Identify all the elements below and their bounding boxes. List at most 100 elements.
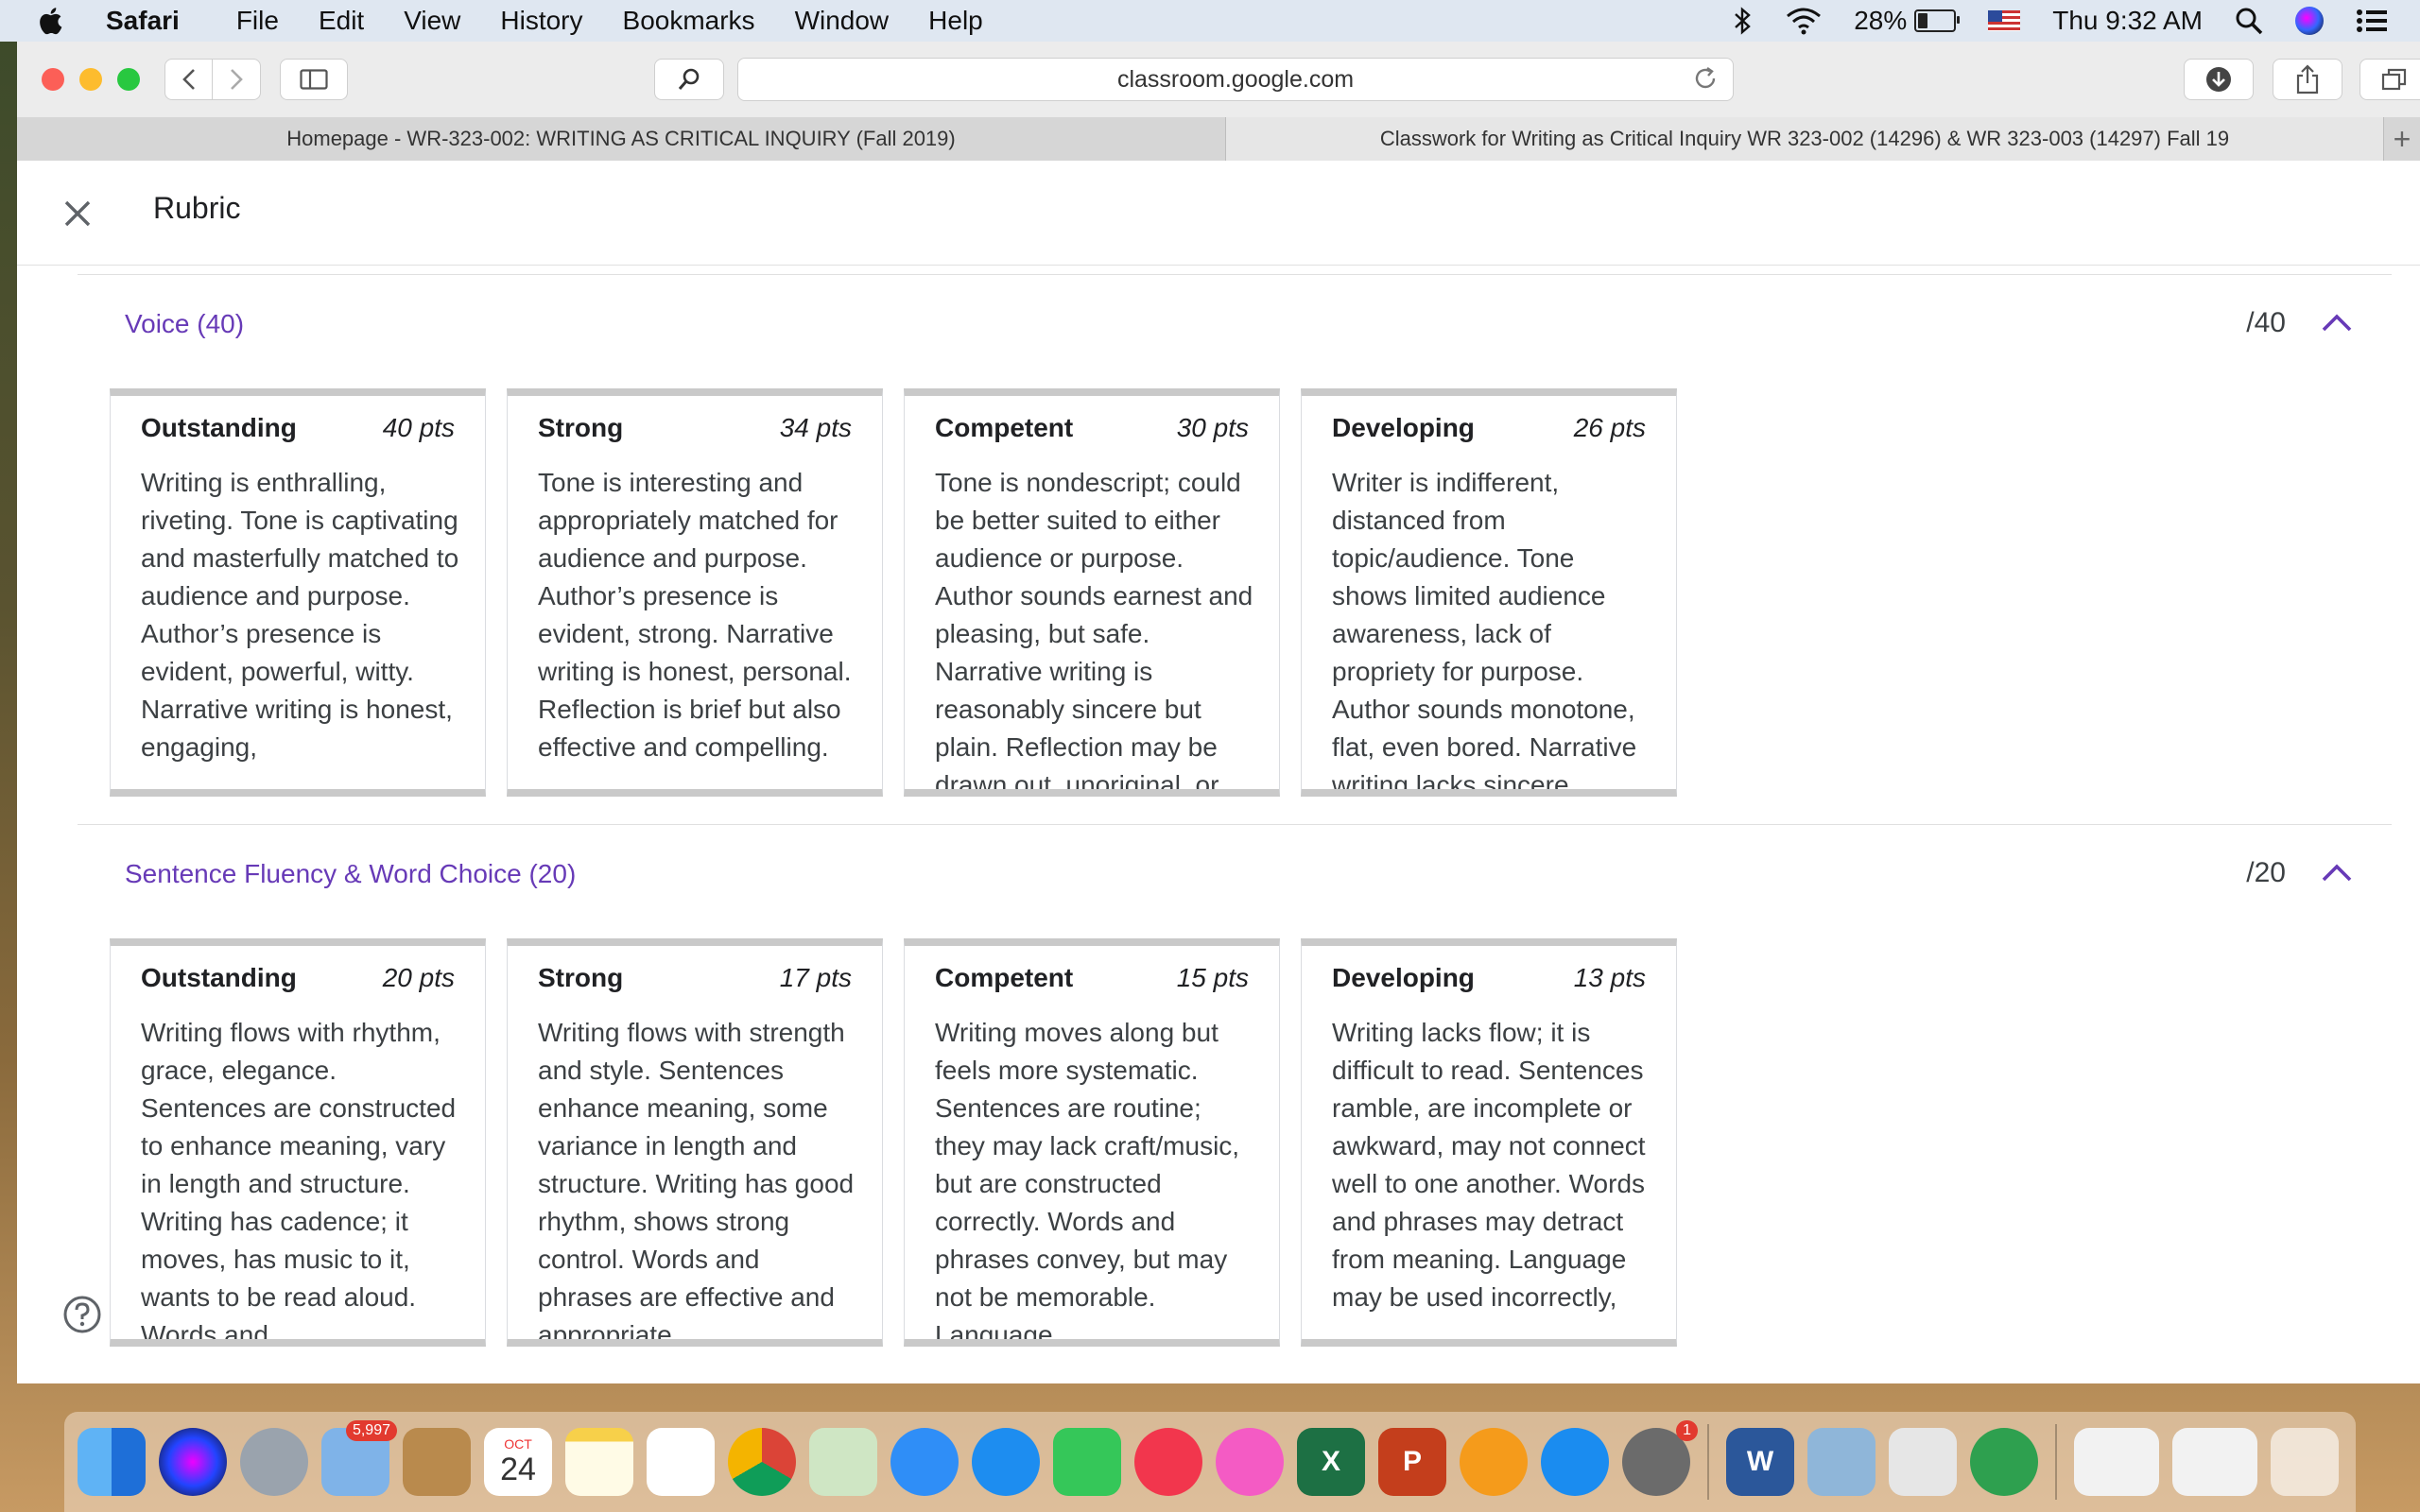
forward-button[interactable] xyxy=(212,59,261,100)
help-icon[interactable] xyxy=(62,1295,102,1334)
preview-icon[interactable] xyxy=(1807,1428,1876,1496)
facetime-icon[interactable] xyxy=(1053,1428,1121,1496)
menu-view[interactable]: View xyxy=(404,6,460,36)
rating-points: 15 pts xyxy=(1176,963,1249,992)
window-close-button[interactable] xyxy=(42,68,64,91)
menu-history[interactable]: History xyxy=(500,6,582,36)
documents-icon[interactable] xyxy=(2074,1428,2159,1496)
rating-level: Competent xyxy=(935,413,1074,442)
tab-bar: Homepage - WR-323-002: WRITING AS CRITIC… xyxy=(17,117,2420,162)
rating-description: Writer is indifferent, distanced from to… xyxy=(1332,468,1637,797)
window-minimize-button[interactable] xyxy=(79,68,102,91)
sidebar-button[interactable] xyxy=(280,59,348,100)
system-preferences-icon[interactable]: 1 xyxy=(1622,1420,1698,1496)
reminders-icon[interactable] xyxy=(647,1428,715,1496)
tab-overview-button[interactable] xyxy=(2360,59,2420,100)
app-menu[interactable]: Safari xyxy=(106,6,180,36)
contacts-icon[interactable] xyxy=(403,1428,471,1496)
rating-card-outstanding[interactable]: Outstanding 20 pts Writing flows with rhy… xyxy=(110,938,486,1347)
browser-tab-classwork[interactable]: Classwork for Writing as Critical Inquir… xyxy=(1226,117,2384,161)
rating-card-developing[interactable]: Developing 13 pts Writing lacks flow; it … xyxy=(1301,938,1677,1347)
dock: 5,997 OCT 24 X P 1 W xyxy=(64,1412,2356,1512)
rating-level: Strong xyxy=(538,413,624,442)
rating-description: Writing lacks flow; it is difficult to r… xyxy=(1332,1018,1646,1312)
spotlight-search-icon[interactable] xyxy=(2235,7,2263,35)
menu-file[interactable]: File xyxy=(236,6,279,36)
page-title: Rubric xyxy=(153,191,241,225)
rating-level: Outstanding xyxy=(141,413,297,442)
downloads-stack-icon[interactable] xyxy=(2172,1428,2257,1496)
excel-icon[interactable]: X xyxy=(1297,1428,1365,1496)
new-tab-button[interactable]: + xyxy=(2384,117,2420,161)
rating-card-strong[interactable]: Strong 17 pts Writing flows with strength… xyxy=(507,938,883,1347)
window-zoom-button[interactable] xyxy=(117,68,140,91)
powerpoint-icon[interactable]: P xyxy=(1378,1428,1446,1496)
rating-card-strong[interactable]: Strong 34 pts Tone is interesting and app… xyxy=(507,388,883,797)
siri-menubar-icon[interactable] xyxy=(2295,7,2324,35)
rating-card-developing[interactable]: Developing 26 pts Writer is indifferent, … xyxy=(1301,388,1677,797)
mail-badge: 5,997 xyxy=(345,1420,397,1441)
search-button[interactable] xyxy=(654,59,724,100)
rating-level: Strong xyxy=(538,963,624,992)
download-icon xyxy=(2206,67,2231,92)
rating-card-competent[interactable]: Competent 15 pts Writing moves along but … xyxy=(904,938,1280,1347)
battery-status[interactable]: 28% xyxy=(1854,6,1961,36)
safari-icon[interactable] xyxy=(972,1428,1040,1496)
address-bar-url: classroom.google.com xyxy=(1116,65,1355,93)
input-source-flag-icon[interactable] xyxy=(1988,10,2021,31)
safari-window: classroom.google.com Homepage - WR-323-0… xyxy=(17,42,2420,1383)
siri-icon[interactable] xyxy=(159,1428,227,1496)
address-bar[interactable]: classroom.google.com xyxy=(737,58,1734,101)
criterion-score[interactable]: /40 xyxy=(2246,307,2286,339)
criterion-sentence-fluency: Sentence Fluency & Word Choice (20) /20 … xyxy=(78,824,2392,1383)
menu-edit[interactable]: Edit xyxy=(319,6,364,36)
close-icon[interactable] xyxy=(59,195,96,232)
music-icon[interactable] xyxy=(1216,1428,1284,1496)
launchpad-icon[interactable] xyxy=(240,1428,308,1496)
plus-icon: + xyxy=(2393,121,2411,156)
menubar: Safari File Edit View History Bookmarks … xyxy=(0,0,2420,42)
rating-description: Tone is interesting and appropriately ma… xyxy=(538,468,852,762)
menu-bookmarks[interactable]: Bookmarks xyxy=(623,6,755,36)
bluetooth-icon[interactable] xyxy=(1733,7,1754,35)
calendar-day: 24 xyxy=(500,1451,536,1487)
apple-menu-icon[interactable] xyxy=(36,5,68,37)
messages-icon[interactable] xyxy=(890,1428,959,1496)
rating-points: 34 pts xyxy=(779,413,852,442)
share-button[interactable] xyxy=(2273,59,2342,100)
news-icon[interactable] xyxy=(1134,1428,1202,1496)
notes-icon[interactable] xyxy=(565,1428,633,1496)
notification-center-icon[interactable] xyxy=(2356,8,2388,34)
back-button[interactable] xyxy=(164,59,214,100)
rating-points: 26 pts xyxy=(1573,413,1646,442)
menu-window[interactable]: Window xyxy=(795,6,890,36)
search-app-icon[interactable] xyxy=(1970,1428,2038,1496)
installer-icon[interactable] xyxy=(1889,1428,1957,1496)
rating-card-outstanding[interactable]: Outstanding 40 pts Writing is enthralling… xyxy=(110,388,486,797)
menubar-clock[interactable]: Thu 9:32 AM xyxy=(2052,6,2203,36)
calendar-month: OCT xyxy=(504,1435,532,1452)
rating-level: Developing xyxy=(1332,413,1475,442)
chrome-icon[interactable] xyxy=(728,1428,796,1496)
trash-icon[interactable] xyxy=(2271,1428,2339,1496)
rating-description: Writing flows with strength and style. S… xyxy=(538,1018,855,1347)
rating-card-competent[interactable]: Competent 30 pts Tone is nondescript; cou… xyxy=(904,388,1280,797)
app-store-icon[interactable] xyxy=(1541,1428,1609,1496)
mail-icon[interactable]: 5,997 xyxy=(321,1420,397,1496)
word-icon[interactable]: W xyxy=(1726,1428,1794,1496)
wifi-icon[interactable] xyxy=(1786,7,1822,35)
browser-tab-homepage[interactable]: Homepage - WR-323-002: WRITING AS CRITIC… xyxy=(17,117,1226,161)
calendar-icon[interactable]: OCT 24 xyxy=(484,1428,552,1496)
finder-icon[interactable] xyxy=(78,1428,146,1496)
downloads-button[interactable] xyxy=(2184,59,2254,100)
reload-icon[interactable] xyxy=(1691,64,1720,93)
menu-help[interactable]: Help xyxy=(928,6,983,36)
maps-icon[interactable] xyxy=(809,1428,877,1496)
criterion-score[interactable]: /20 xyxy=(2246,857,2286,889)
chevron-left-icon xyxy=(182,69,195,90)
rating-points: 17 pts xyxy=(779,963,852,992)
chevron-up-icon[interactable] xyxy=(2320,309,2354,335)
chevron-right-icon xyxy=(231,69,243,90)
chevron-up-icon[interactable] xyxy=(2320,859,2354,885)
books-icon[interactable] xyxy=(1460,1428,1528,1496)
